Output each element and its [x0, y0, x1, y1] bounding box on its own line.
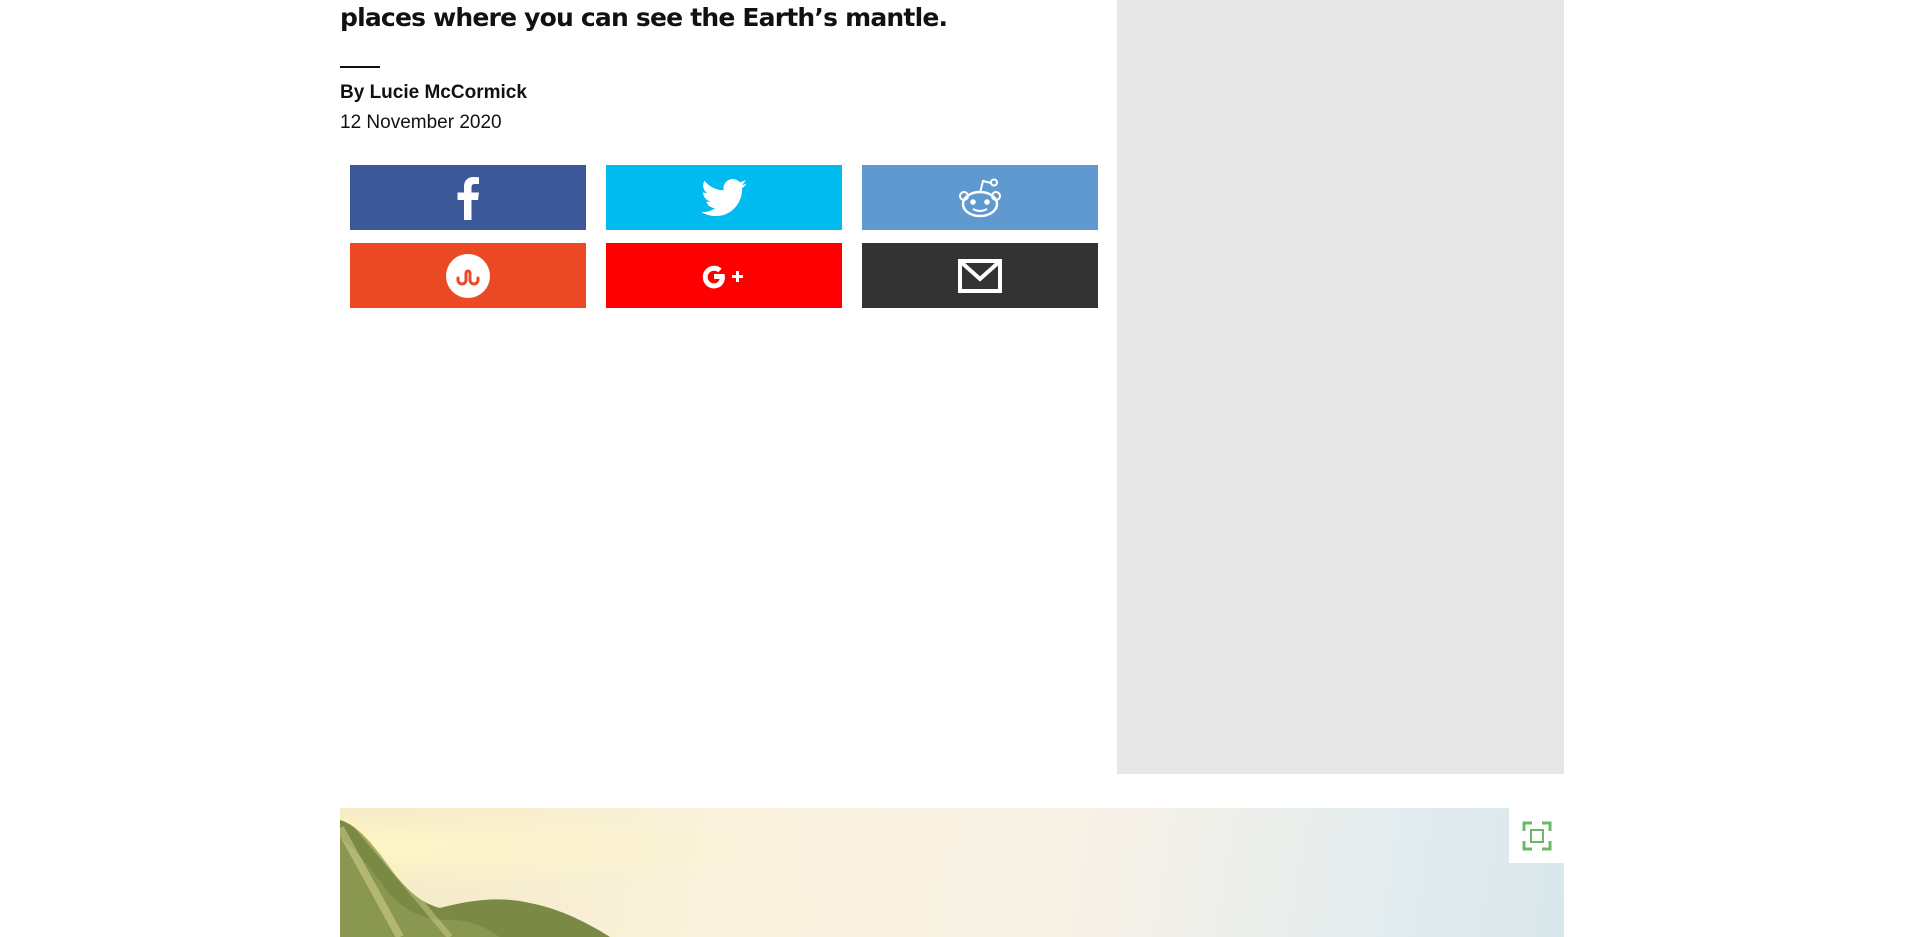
hero-image: [340, 808, 1564, 937]
facebook-icon: [457, 176, 479, 220]
twitter-icon: [701, 178, 747, 216]
reddit-share-button[interactable]: [862, 165, 1098, 230]
article-page: places where you can see the Earth’s man…: [0, 0, 1920, 937]
google-plus-share-button[interactable]: [606, 243, 842, 308]
title-divider: [340, 66, 380, 68]
article-header: places where you can see the Earth’s man…: [340, 0, 1110, 134]
twitter-share-button[interactable]: [606, 165, 842, 230]
stumbleupon-share-button[interactable]: [350, 243, 586, 308]
reddit-icon: [959, 178, 1001, 217]
publish-date: 12 November 2020: [340, 112, 502, 133]
facebook-share-button[interactable]: [350, 165, 586, 230]
email-icon: [958, 258, 1002, 293]
ad-placeholder: [1117, 0, 1564, 774]
stumbleupon-icon: [446, 253, 490, 298]
article-subtitle: places where you can see the Earth’s man…: [340, 3, 948, 32]
share-buttons: [350, 165, 1098, 308]
author-byline: By Lucie McCormick: [340, 82, 527, 103]
google-plus-icon: [702, 265, 743, 288]
email-share-button[interactable]: [862, 243, 1098, 308]
expand-image-button[interactable]: [1509, 808, 1564, 863]
hero-landscape: [340, 808, 1564, 937]
expand-icon: [1522, 821, 1551, 850]
